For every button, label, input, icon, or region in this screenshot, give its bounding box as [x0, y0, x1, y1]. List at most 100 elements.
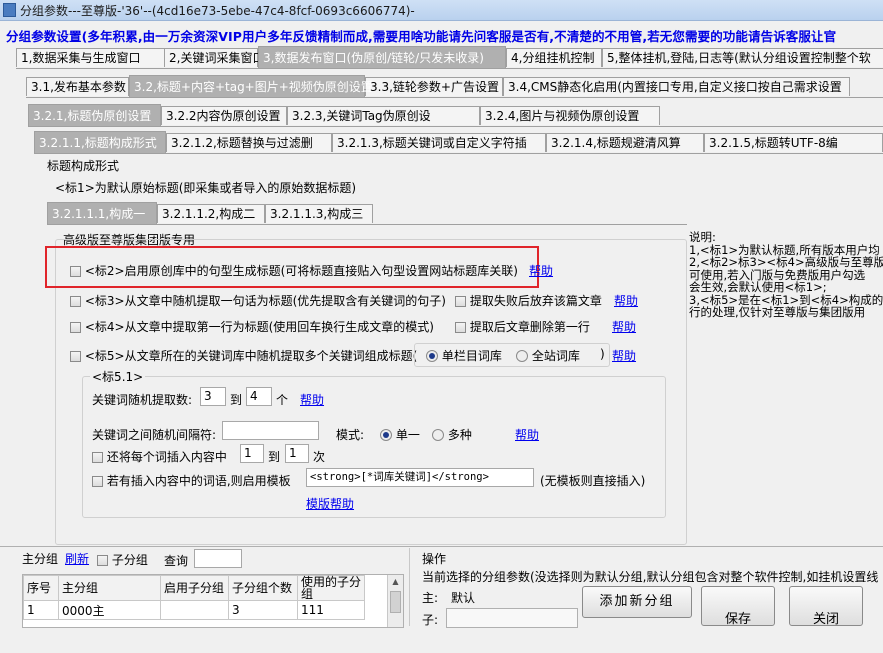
mode-single-row[interactable]: 单一: [380, 426, 420, 443]
scope-all-row[interactable]: 全站词库: [516, 347, 580, 364]
tab-title-structure[interactable]: 3.2.1.1,标题构成形式: [34, 131, 166, 153]
mode-single-radio[interactable]: [380, 429, 392, 441]
tab-global[interactable]: 5,整体挂机,登陆,日志等(默认分组设置控制整个软: [602, 48, 883, 67]
template-note: (无模板则直接插入): [540, 474, 646, 488]
tabs-level2: 3.1,发布基本参数 3.2,标题+内容+tag+图片+视频伪原创设置 3.3,…: [26, 75, 883, 98]
scope-single-radio[interactable]: [426, 350, 438, 362]
table-row[interactable]: 1 0000主 3 111: [23, 600, 365, 620]
insert-times-label: 次: [313, 450, 326, 464]
template-help-link[interactable]: 模版帮助: [306, 495, 354, 512]
col-enable-sub[interactable]: 启用子分组: [160, 575, 229, 601]
tabs-level3: 3.2.1,标题伪原创设置 3.2.2内容伪原创设置 3.2.3,关键词Tag伪…: [28, 104, 883, 127]
kw-min-input[interactable]: 3: [200, 387, 226, 406]
tab-keyword[interactable]: 2,关键词采集窗口: [164, 48, 264, 67]
explanation-panel: 说明: 1,<标1>为默认标题,所有版本用户均 2,<标2>标3><标4>高级版…: [689, 231, 883, 319]
tab-basic-params[interactable]: 3.1,发布基本参数: [26, 77, 129, 96]
title5-help-link[interactable]: 帮助: [612, 347, 636, 364]
title4-help-link[interactable]: 帮助: [612, 318, 636, 335]
title3-help-link[interactable]: 帮助: [614, 292, 638, 309]
bottom-divider: [0, 546, 883, 547]
tab-group-control[interactable]: 4,分组挂机控制: [506, 48, 602, 67]
kw-count-help-link[interactable]: 帮助: [300, 391, 324, 408]
tab-cms-static[interactable]: 3.4,CMS静态化启用(内置接口专用,自定义接口按自己需求设置: [503, 77, 850, 96]
title4-checkbox[interactable]: [70, 322, 81, 333]
table-scrollbar[interactable]: ▲: [387, 575, 403, 627]
tab-keyword-tag-pseudo[interactable]: 3.2.3,关键词Tag伪原创设: [287, 106, 480, 125]
mode-multi-radio[interactable]: [432, 429, 444, 441]
explain-line: 会生效,会默认使用<标1>;: [689, 280, 827, 294]
add-group-button[interactable]: 添加新分组: [582, 586, 692, 618]
sub-group-field[interactable]: [446, 608, 578, 628]
option-title3-row: <标3>从文章中随机提取一句话为标题(优先提取含有关键词的句子): [70, 292, 446, 309]
insert-to-label: 到: [268, 450, 281, 464]
refresh-link[interactable]: 刷新: [65, 550, 89, 567]
kw-max-input[interactable]: 4: [246, 387, 272, 406]
title5-paren: ): [600, 347, 605, 361]
sub-group-label: 子:: [422, 613, 439, 627]
tab-title-keyword-insert[interactable]: 3.2.1.3,标题关键词或自定义字符插: [332, 133, 546, 152]
scope-single-row[interactable]: 单栏目词库: [426, 347, 502, 364]
scroll-thumb[interactable]: [390, 591, 401, 613]
template-label: 若有插入内容中的词语,则启用模板: [106, 474, 291, 488]
title4-delete-checkbox[interactable]: [455, 322, 466, 333]
title3-checkbox[interactable]: [70, 296, 81, 307]
explain-line: 2,<标2>标3><标4>高级版与至尊版与: [689, 255, 883, 269]
option-title4-row: <标4>从文章中提取第一行为标题(使用回车换行生成文章的模式): [70, 318, 434, 335]
kw-to-label: 到: [230, 393, 243, 407]
query-input[interactable]: [194, 549, 242, 568]
mode-help-link[interactable]: 帮助: [515, 426, 539, 443]
ops-note: 当前选择的分组参数(没选择则为默认分组,默认分组包含对整个软件控制,如挂机设置线: [422, 570, 879, 584]
tab-link-wheel[interactable]: 3.3,链轮参数+广告设置: [365, 77, 503, 96]
tab-structure-2[interactable]: 3.2.1.1.2,构成二: [157, 204, 265, 223]
title5-label: <标5>从文章所在的关键词库中随机提取多个关键词组成标题(: [84, 349, 418, 363]
section-label: 标题构成形式: [47, 159, 120, 173]
insert-label: 还将每个词插入内容中: [106, 450, 227, 464]
template-input[interactable]: <strong>[*词库关键词]</strong>: [306, 468, 534, 487]
col-sub-count[interactable]: 子分组个数: [228, 575, 298, 601]
close-button[interactable]: 关闭: [789, 586, 863, 627]
tab-title-avoid[interactable]: 3.2.1.4,标题规避清风算: [546, 133, 704, 152]
tab-structure-1[interactable]: 3.2.1.1.1,构成一: [47, 202, 157, 224]
kw-count-label: 关键词随机提取数:: [92, 393, 193, 407]
tab-pseudo-original[interactable]: 3.2,标题+内容+tag+图片+视频伪原创设置: [129, 75, 373, 97]
insert-checkbox[interactable]: [92, 452, 103, 463]
cell-sub-count: 3: [228, 600, 298, 620]
tab-title-pseudo[interactable]: 3.2.1,标题伪原创设置: [28, 104, 161, 126]
save-button[interactable]: 保存: [701, 586, 775, 627]
scope-all-radio[interactable]: [516, 350, 528, 362]
col-used-sub[interactable]: 使用的子分组: [297, 575, 365, 601]
ops-title: 操作: [422, 552, 447, 566]
mode-multi-row[interactable]: 多种: [432, 426, 472, 443]
title2-checkbox[interactable]: [70, 266, 81, 277]
cell-main-group: 0000主: [58, 600, 161, 620]
tab-title-utf8[interactable]: 3.2.1.5,标题转UTF-8编: [704, 133, 883, 152]
title4-label: <标4>从文章中提取第一行为标题(使用回车换行生成文章的模式): [84, 320, 434, 334]
col-main-group[interactable]: 主分组: [58, 575, 161, 601]
tab-title-replace[interactable]: 3.2.1.2,标题替换与过滤删: [166, 133, 332, 152]
query-label: 查询: [164, 554, 189, 568]
tab-content-pseudo[interactable]: 3.2.2内容伪原创设置: [161, 106, 287, 125]
subgroup-checkbox[interactable]: [97, 555, 108, 566]
template-checkbox[interactable]: [92, 476, 103, 487]
title3-abandon-checkbox[interactable]: [455, 296, 466, 307]
tab-structure-3[interactable]: 3.2.1.1.3,构成三: [265, 204, 373, 223]
title5-checkbox[interactable]: [70, 351, 81, 362]
tabs-level5: 3.2.1.1.1,构成一 3.2.1.1.2,构成二 3.2.1.1.3,构成…: [47, 202, 687, 225]
separator-input[interactable]: [222, 421, 319, 440]
group-table: 序号 主分组 启用子分组 子分组个数 使用的子分组 1 0000主 3 111 …: [22, 574, 404, 628]
insert-row: 还将每个词插入内容中: [92, 448, 227, 465]
tab-publish[interactable]: 3,数据发布窗口(伪原创/链轮/只发未收录): [258, 46, 506, 68]
insert-min-input[interactable]: 1: [240, 444, 264, 463]
biao51-label: <标5.1>: [90, 368, 146, 385]
template-row: 若有插入内容中的词语,则启用模板: [92, 472, 291, 489]
main-group-value: 默认: [451, 591, 476, 605]
title4-delete-label: 提取后文章删除第一行: [469, 320, 590, 334]
insert-max-input[interactable]: 1: [285, 444, 309, 463]
option-title5-row: <标5>从文章所在的关键词库中随机提取多个关键词组成标题(: [70, 347, 417, 364]
col-index[interactable]: 序号: [23, 575, 59, 601]
scroll-up-icon[interactable]: ▲: [388, 575, 403, 589]
separator-label: 关键词之间随机间隔符:: [92, 428, 217, 442]
kw-unit-label: 个: [276, 393, 289, 407]
title2-help-link[interactable]: 帮助: [529, 262, 553, 279]
tab-image-video-pseudo[interactable]: 3.2.4,图片与视频伪原创设置: [480, 106, 660, 125]
